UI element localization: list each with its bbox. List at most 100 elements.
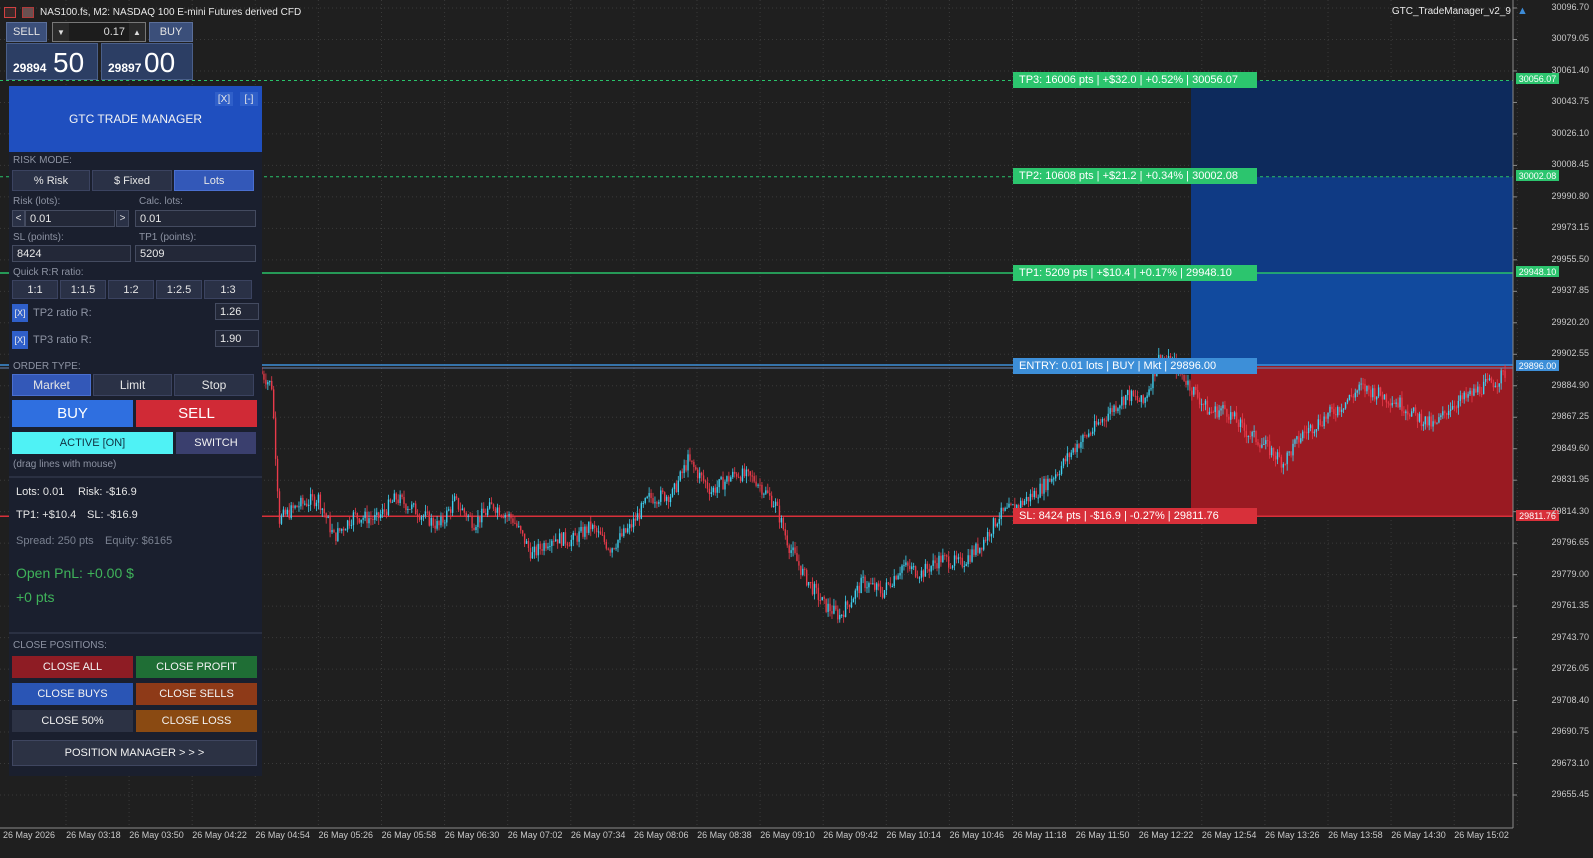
buy-price-button[interactable]: 29897 00 xyxy=(101,43,193,80)
panel-header[interactable]: [X] [-] GTC TRADE MANAGER xyxy=(9,86,262,152)
candle-body xyxy=(1105,420,1107,422)
candle-body xyxy=(366,511,368,524)
rr-button-1-1[interactable]: 1:1 xyxy=(12,280,58,299)
candle-body xyxy=(1364,383,1366,392)
candle-body xyxy=(1385,394,1388,403)
risk-lots-input[interactable]: 0.01 xyxy=(25,210,115,227)
candle-body xyxy=(282,509,285,516)
sell-price-small: 29894 xyxy=(13,61,47,75)
lot-up-icon[interactable]: ▲ xyxy=(129,23,145,41)
candle-body xyxy=(1416,412,1419,422)
risk-mode-lots[interactable]: Lots xyxy=(174,170,254,191)
candle-body xyxy=(1410,411,1413,417)
candle-body xyxy=(284,509,287,515)
candle-body xyxy=(938,555,940,569)
risk-decrease-button[interactable]: < xyxy=(12,210,25,227)
order-type-market[interactable]: Market xyxy=(12,374,91,396)
candle-body xyxy=(576,535,578,542)
candle-body xyxy=(1288,451,1290,453)
switch-button[interactable]: SWITCH xyxy=(176,432,256,454)
lot-down-icon[interactable]: ▼ xyxy=(53,23,69,41)
one-click-sell-button[interactable]: SELL xyxy=(6,22,47,42)
price-axis-label: 29884.90 xyxy=(1551,379,1589,390)
candle-body xyxy=(535,546,537,556)
expert-advisor-label[interactable]: GTC_TradeManager_v2_9 ▲ xyxy=(1392,5,1531,17)
panel-sell-button[interactable]: SELL xyxy=(136,400,257,427)
sl-level-tag[interactable]: SL: 8424 pts | -$16.9 | -0.27% | 29811.7… xyxy=(1013,508,1257,524)
sell-price-button[interactable]: 29894 50 xyxy=(6,43,98,80)
candle-body xyxy=(1471,390,1473,396)
order-type-stop[interactable]: Stop xyxy=(174,374,254,396)
candle-body xyxy=(531,552,534,559)
lot-size-input[interactable]: ▼ 0.17 ▲ xyxy=(52,22,146,42)
risk-increase-button[interactable]: > xyxy=(116,210,129,227)
candle-body xyxy=(1447,410,1450,416)
active-toggle-button[interactable]: ACTIVE [ON] xyxy=(12,432,173,454)
tp2-ratio-input[interactable]: 1.26 xyxy=(215,303,259,320)
candle-body xyxy=(691,460,693,462)
candle-body xyxy=(850,602,853,608)
risk-mode-percent[interactable]: % Risk xyxy=(12,170,90,191)
candle-body xyxy=(912,566,915,568)
candle-body xyxy=(745,469,748,477)
candle-body xyxy=(975,543,977,555)
chart-window-icon[interactable] xyxy=(22,6,34,18)
rr-button-1-2[interactable]: 1:2 xyxy=(108,280,154,299)
candle-body xyxy=(286,509,288,515)
candle-body xyxy=(1366,385,1368,392)
close-sells-button[interactable]: CLOSE SELLS xyxy=(136,683,257,705)
candle-body xyxy=(1261,444,1263,448)
price-axis-label: 29831.95 xyxy=(1551,474,1589,485)
tp3-ratio-input[interactable]: 1.90 xyxy=(215,330,259,347)
panel-close-button[interactable]: [X] xyxy=(215,92,233,106)
rr-button-1-2-5[interactable]: 1:2.5 xyxy=(156,280,202,299)
order-type-limit[interactable]: Limit xyxy=(93,374,172,396)
candle-body xyxy=(1280,456,1283,468)
candle-body xyxy=(1148,389,1150,396)
candle-body xyxy=(813,583,816,595)
candle-body xyxy=(971,549,973,562)
tp1-level-tag[interactable]: TP1: 5209 pts | +$10.4 | +0.17% | 29948.… xyxy=(1013,265,1257,281)
close-buys-button[interactable]: CLOSE BUYS xyxy=(12,683,133,705)
candle-body xyxy=(881,593,884,598)
candle-body xyxy=(654,502,656,504)
close-loss-button[interactable]: CLOSE LOSS xyxy=(136,710,257,732)
candle-body xyxy=(804,568,806,570)
chart-menu-icon[interactable] xyxy=(4,6,16,18)
candle-body xyxy=(675,483,678,493)
candle-body xyxy=(504,514,506,518)
close-profit-button[interactable]: CLOSE PROFIT xyxy=(136,656,257,678)
tp3-level-tag[interactable]: TP3: 16006 pts | +$32.0 | +0.52% | 30056… xyxy=(1013,72,1257,88)
candle-body xyxy=(492,504,495,509)
close-50-button[interactable]: CLOSE 50% xyxy=(12,710,133,732)
panel-buy-button[interactable]: BUY xyxy=(12,400,133,427)
risk-mode-fixed[interactable]: $ Fixed xyxy=(92,170,172,191)
candle-body xyxy=(737,476,740,478)
rr-button-1-1-5[interactable]: 1:1.5 xyxy=(60,280,106,299)
tp3-enable-checkbox[interactable]: [X] xyxy=(12,331,28,349)
candle-body xyxy=(918,577,921,579)
tp1-points-input[interactable]: 5209 xyxy=(135,245,256,262)
candle-body xyxy=(1453,406,1456,408)
panel-minimize-button[interactable]: [-] xyxy=(240,92,258,106)
candle-body xyxy=(858,585,860,594)
candle-body xyxy=(977,543,979,553)
sl-points-input[interactable]: 8424 xyxy=(12,245,131,262)
candle-body xyxy=(306,503,308,506)
candle-body xyxy=(761,484,763,495)
close-all-button[interactable]: CLOSE ALL xyxy=(12,656,133,678)
tp2-enable-checkbox[interactable]: [X] xyxy=(12,304,28,322)
tp2-level-tag[interactable]: TP2: 10608 pts | +$21.2 | +0.34% | 30002… xyxy=(1013,168,1257,184)
candle-body xyxy=(1434,421,1436,424)
position-manager-button[interactable]: POSITION MANAGER > > > xyxy=(12,740,257,766)
panel-title: GTC TRADE MANAGER xyxy=(68,112,203,126)
candle-body xyxy=(360,519,362,523)
one-click-buy-button[interactable]: BUY xyxy=(149,22,193,42)
entry-price-marker: 29896.00 xyxy=(1516,360,1559,371)
time-axis-label: 26 May 06:30 xyxy=(444,830,500,840)
rr-button-1-3[interactable]: 1:3 xyxy=(204,280,252,299)
tp3-ratio-label: TP3 ratio R: xyxy=(33,334,92,346)
entry-level-tag[interactable]: ENTRY: 0.01 lots | BUY | Mkt | 29896.00 xyxy=(1013,358,1257,374)
candle-body xyxy=(1276,452,1279,460)
candle-body xyxy=(1000,507,1002,519)
